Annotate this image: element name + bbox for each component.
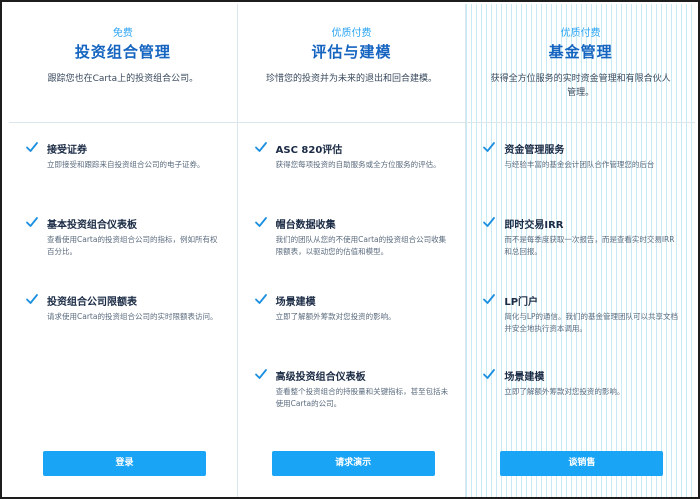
feature-name: 场景建模 — [275, 297, 316, 308]
check-icon — [482, 292, 496, 306]
check-icon — [25, 215, 39, 229]
feature-description: 与经验丰富的基金会计团队合作管理您的后台 — [504, 160, 655, 169]
plan-portfolio-management: 免费 投资组合管理 跟踪您也在Carta上的投资组合公司。 接受证券 立即接受和… — [9, 4, 238, 497]
feature-name: 高级投资组合仪表板 — [275, 372, 366, 383]
feature-description: 立即接受和跟踪来自投资组合公司的电子证券。 — [47, 160, 205, 169]
feature-description: 请求使用Carta的投资组合公司的实时限额表访问。 — [47, 312, 218, 321]
feature-name: 资金管理服务 — [504, 145, 565, 156]
feature-name: LP门户 — [504, 297, 539, 308]
check-icon — [254, 292, 268, 306]
plan-tier: 优质付费 — [331, 28, 372, 39]
plan-description: 跟踪您也在Carta上的投资组合公司。 — [47, 74, 199, 84]
divider — [466, 122, 696, 123]
feature-name: 基本投资组合仪表板 — [47, 220, 137, 231]
feature-description: 简化与LP的通信。我们的基金管理团队可以共享文档并安全地执行资本调用。 — [504, 312, 679, 333]
check-icon — [254, 140, 268, 154]
plan-fund-management: 优质付费 基金管理 获得全方位服务的实时资金管理和有限合伙人管理。 资金管理服务… — [466, 4, 696, 497]
pricing-frame: 免费 投资组合管理 跟踪您也在Carta上的投资组合公司。 接受证券 立即接受和… — [0, 0, 700, 499]
feature-name: 帽台数据收集 — [275, 220, 336, 231]
divider — [237, 122, 466, 123]
request-demo-button[interactable]: 请求演示 — [271, 451, 435, 476]
divider — [9, 122, 237, 123]
feature-description: 获得您每项投资的自助服务或全方位服务的评估。 — [275, 160, 441, 169]
feature-description: 立即了解额外筹款对您投资的影响。 — [275, 312, 396, 321]
check-icon — [25, 140, 39, 154]
plan-header: 免费 投资组合管理 跟踪您也在Carta上的投资组合公司。 — [9, 4, 237, 122]
check-icon — [25, 292, 39, 306]
feature-name: 投资组合公司限额表 — [47, 297, 137, 308]
plan-title: 基金管理 — [548, 43, 613, 61]
feature-description: 查看整个投资组合的持股量和关键指标，甚至包括未使用Carta的公司。 — [275, 387, 449, 408]
plan-title: 投资组合管理 — [74, 43, 171, 61]
check-icon — [254, 367, 268, 381]
check-icon — [482, 140, 496, 154]
plan-tier: 免费 — [112, 28, 133, 39]
check-icon — [254, 215, 268, 229]
feature-name: 即时交易IRR — [504, 220, 564, 231]
plan-tier: 优质付费 — [560, 28, 601, 39]
feature-description: 而不是每季度获取一次报告，而是查看实时交易IRR和总回报。 — [504, 235, 675, 256]
feature-name: ASC 820评估 — [275, 145, 343, 156]
plan-header: 优质付费 评估与建模 珍惜您的投资并为未来的退出和回合建模。 — [238, 4, 466, 122]
feature-name: 接受证券 — [47, 145, 87, 156]
contact-sales-button[interactable]: 谈销售 — [500, 451, 664, 476]
plan-description: 珍惜您的投资并为未来的退出和回合建模。 — [266, 74, 438, 84]
feature-description: 立即了解额外筹款对您投资的影响。 — [504, 387, 625, 396]
plan-valuation-modeling: 优质付费 评估与建模 珍惜您的投资并为未来的退出和回合建模。 ASC 820评估… — [237, 4, 467, 497]
feature-description: 我们的团队从您的不使用Carta的投资组合公司收集限额表，以驱动您的估值和模型。 — [275, 235, 447, 256]
plan-header: 优质付费 基金管理 获得全方位服务的实时资金管理和有限合伙人管理。 — [466, 4, 695, 122]
pricing-columns: 免费 投资组合管理 跟踪您也在Carta上的投资组合公司。 接受证券 立即接受和… — [9, 4, 696, 497]
plan-description: 获得全方位服务的实时资金管理和有限合伙人管理。 — [490, 74, 671, 98]
check-icon — [482, 215, 496, 229]
check-icon — [482, 367, 496, 381]
login-button[interactable]: 登录 — [43, 451, 206, 476]
feature-name: 场景建模 — [504, 372, 545, 383]
feature-description: 查看使用Carta的投资组合公司的指标，例如所有权百分比。 — [47, 235, 218, 256]
plan-title: 评估与建模 — [311, 43, 392, 61]
